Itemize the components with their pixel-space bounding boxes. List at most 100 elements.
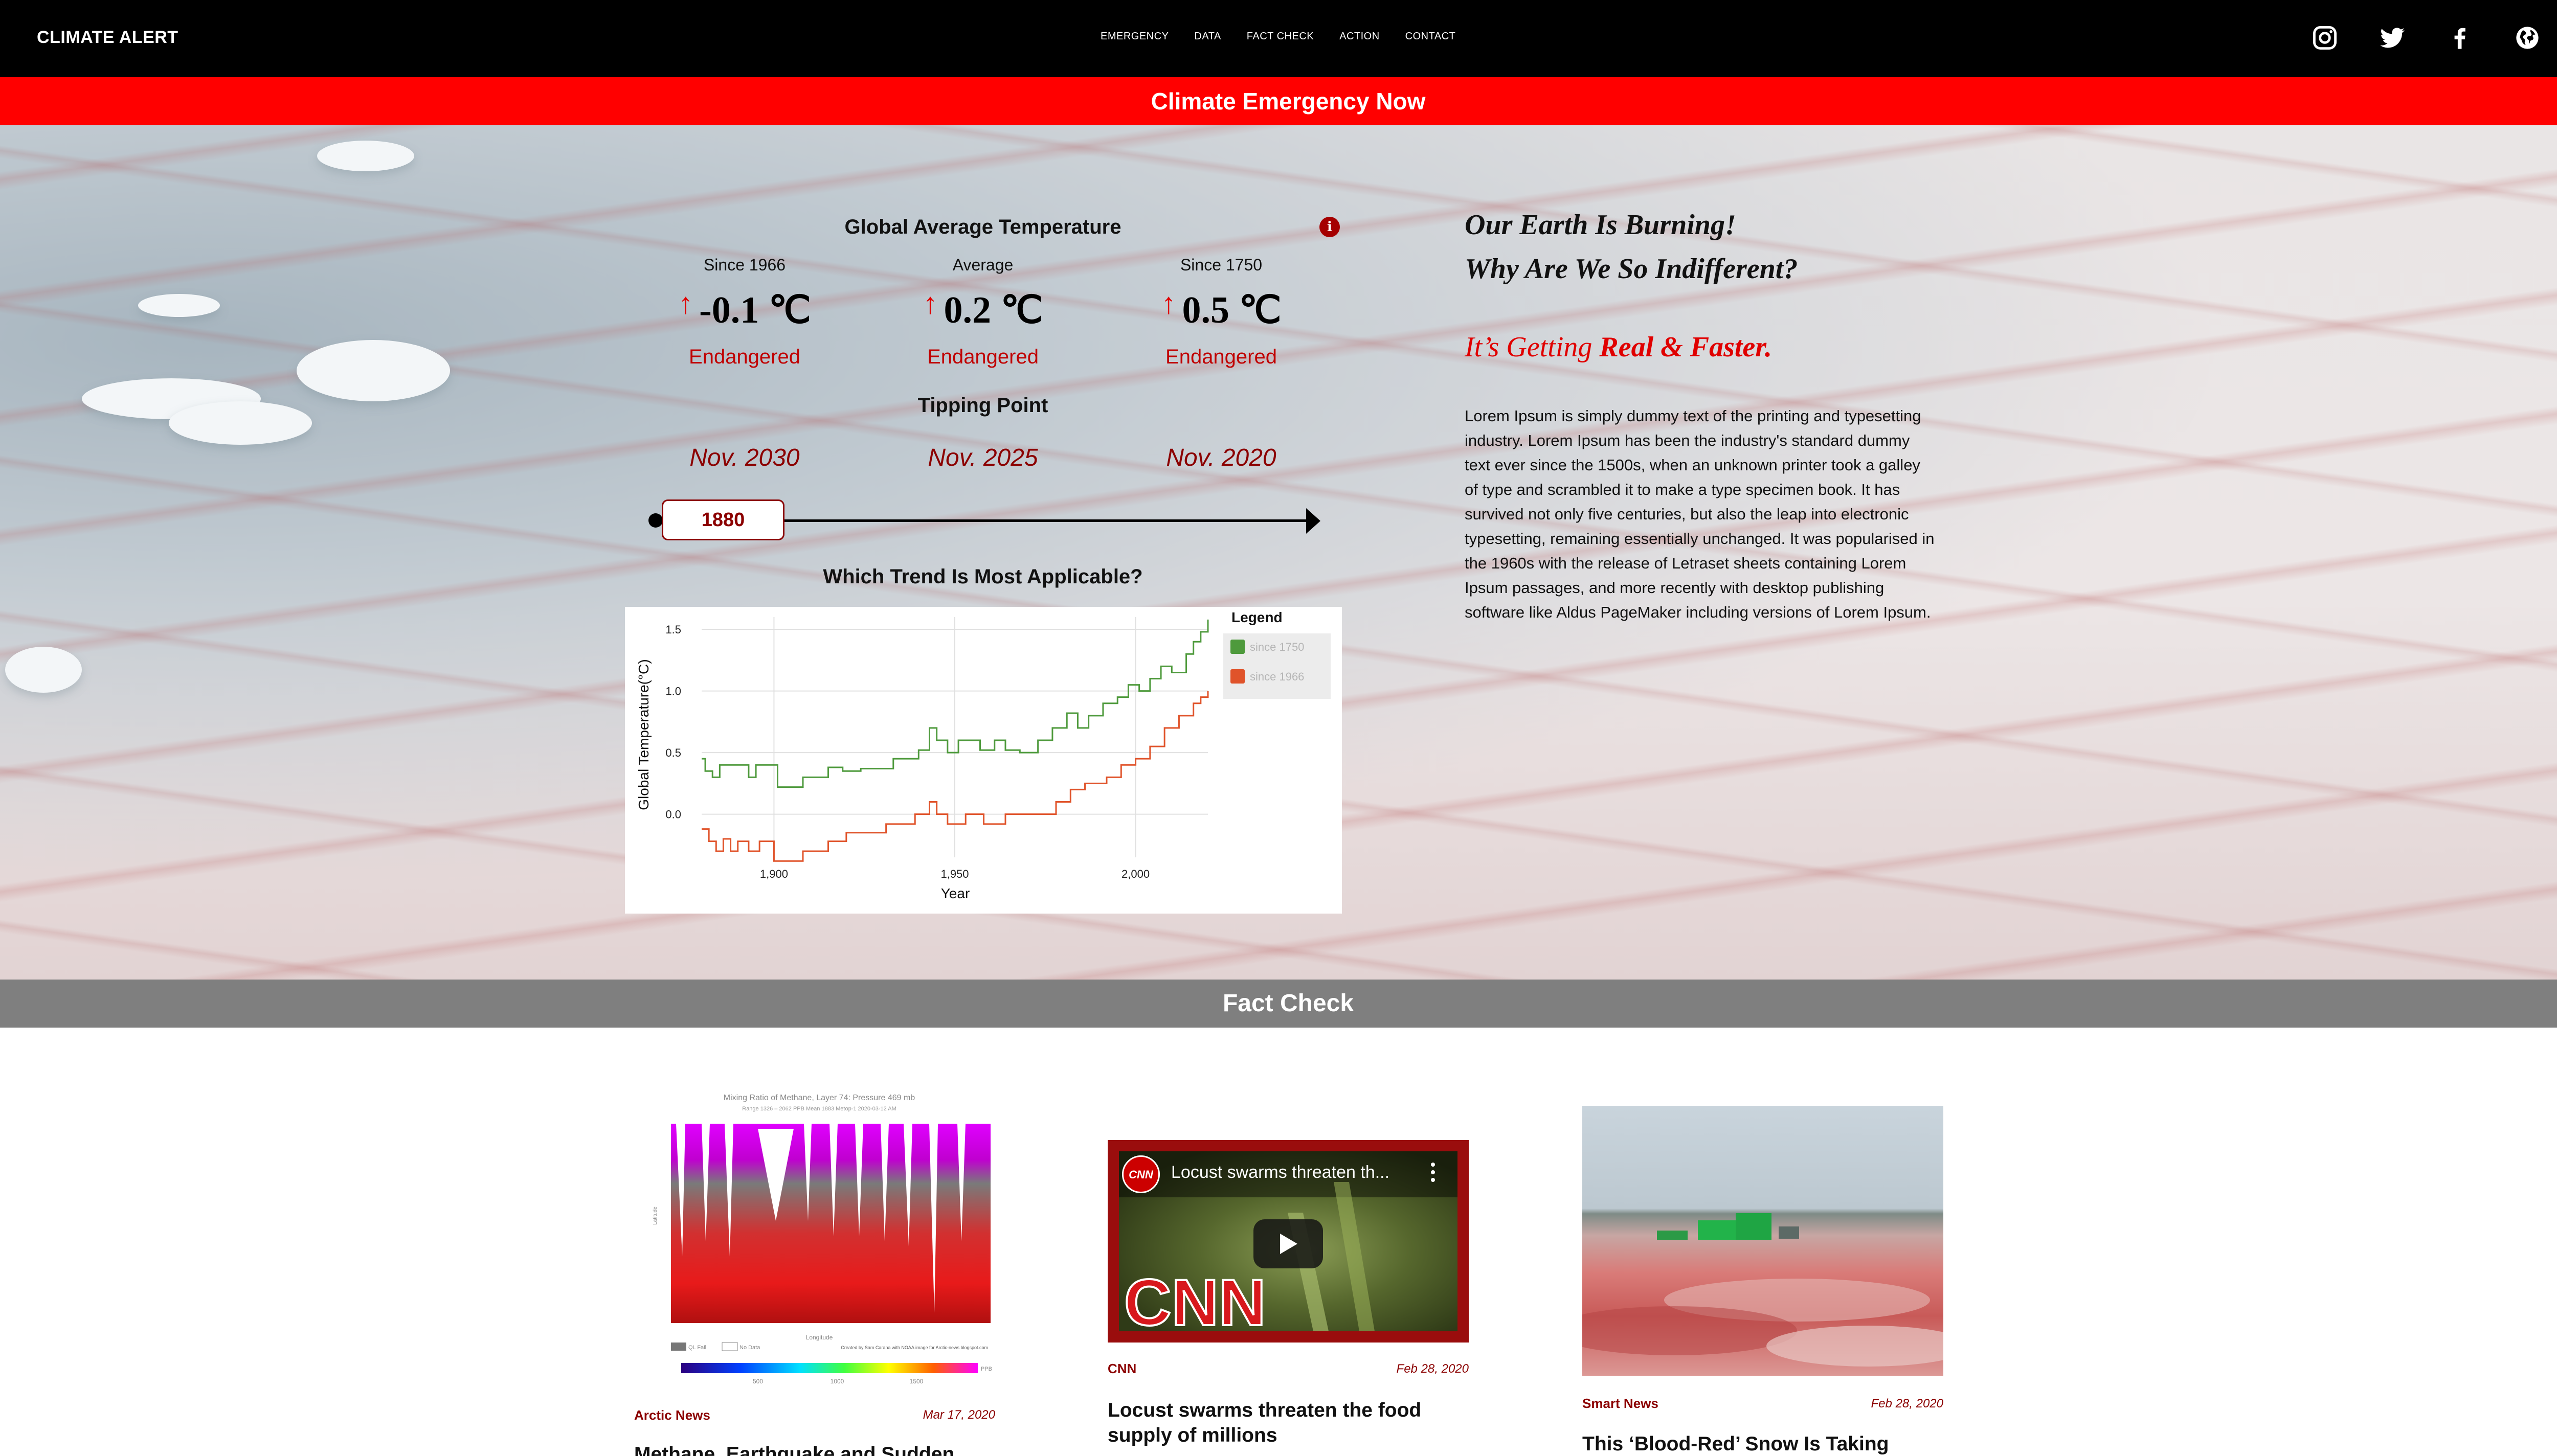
map-caption: Mixing Ratio of Methane, Layer 74: Press… bbox=[724, 1094, 915, 1102]
card-source[interactable]: CNN bbox=[1108, 1361, 1136, 1377]
col-label-average: Average bbox=[952, 256, 1014, 274]
facebook-icon[interactable] bbox=[2447, 25, 2473, 51]
up-arrow-icon: ↑ bbox=[923, 287, 938, 320]
map-scale-tick: 500 bbox=[753, 1378, 763, 1385]
tipping-date-since-1750: Nov. 2020 bbox=[1166, 444, 1276, 471]
card-source[interactable]: Smart News bbox=[1582, 1396, 1658, 1412]
blood-red-snow-image[interactable] bbox=[1582, 1106, 1943, 1376]
instagram-icon[interactable] bbox=[2312, 25, 2338, 51]
subhead: It’s Getting Real & Faster. bbox=[1465, 331, 1772, 363]
headline-indifferent: Why Are We So Indifferent? bbox=[1465, 253, 1798, 285]
y-tick-label: 0.5 bbox=[665, 746, 681, 759]
timeline-start-dot bbox=[648, 513, 663, 528]
subhead-emphasis: Real & Faster. bbox=[1599, 331, 1772, 363]
up-arrow-icon: ↑ bbox=[1161, 287, 1176, 320]
legend-title: Legend bbox=[1231, 609, 1283, 625]
map-scale-unit: PPB bbox=[981, 1366, 992, 1372]
map-legend-swatch-nodata bbox=[722, 1342, 738, 1351]
map-credit: Created by Sam Carana with NOAA image fo… bbox=[841, 1345, 988, 1350]
green-building bbox=[1657, 1231, 1688, 1240]
tipping-point-label: Tipping Point bbox=[917, 394, 1048, 417]
nav-link-data[interactable]: DATA bbox=[1194, 31, 1221, 42]
play-button[interactable] bbox=[1253, 1219, 1323, 1268]
x-axis-label: Year bbox=[941, 885, 970, 901]
card-title[interactable]: Methane, Earthquake and Sudden bbox=[634, 1442, 995, 1456]
social-links bbox=[2312, 25, 2541, 51]
nav-link-fact-check[interactable]: FACT CHECK bbox=[1247, 31, 1314, 42]
nav-link-emergency[interactable]: EMERGENCY bbox=[1101, 31, 1169, 42]
chart-svg: 0.0 0.5 1.0 1.5 1,900 1,950 2,000 Year Global … bbox=[636, 609, 1331, 901]
map-color-scale bbox=[681, 1363, 978, 1373]
dot bbox=[1431, 1178, 1435, 1182]
map-longitude-label: Longitude bbox=[806, 1334, 833, 1341]
channel-badge[interactable]: CNN bbox=[1122, 1155, 1160, 1193]
map-legend-nodata: No Data bbox=[739, 1345, 760, 1351]
y-axis-label: Global Temperature(°C) bbox=[636, 659, 652, 810]
globe-icon[interactable] bbox=[2514, 25, 2541, 51]
fact-check-banner: Fact Check bbox=[0, 980, 2557, 1028]
fact-card-smart-news[interactable]: Smart News Feb 28, 2020 This ‘Blood-Red’… bbox=[1582, 1395, 1943, 1456]
temp-value-average: ↑ 0.2 ℃ bbox=[906, 286, 1060, 332]
navbar: CLIMATE ALERT EMERGENCY DATA FACT CHECK … bbox=[0, 0, 2557, 77]
nav-links: EMERGENCY DATA FACT CHECK ACTION CONTACT bbox=[1101, 31, 1455, 42]
temp-value-since-1750: ↑ 0.5 ℃ bbox=[1145, 286, 1298, 332]
ice-floe bbox=[317, 141, 414, 171]
video-title[interactable]: Locust swarms threaten th... bbox=[1171, 1163, 1389, 1182]
map-subcaption: Range 1326 – 2062 PPB Mean 1883 Metop-1 … bbox=[742, 1106, 896, 1112]
map-legend-swatch-fail bbox=[671, 1343, 686, 1351]
trend-question: Which Trend Is Most Applicable? bbox=[823, 565, 1143, 588]
card-date: Feb 28, 2020 bbox=[1871, 1397, 1943, 1410]
timeline-arrow-icon bbox=[1306, 508, 1320, 534]
dot bbox=[1431, 1170, 1435, 1174]
temp-value-text: 0.5 ℃ bbox=[1182, 289, 1282, 331]
status-since-1750: Endangered bbox=[1165, 346, 1277, 368]
nav-link-contact[interactable]: CONTACT bbox=[1405, 31, 1456, 42]
fact-card-arctic-news[interactable]: Arctic News Mar 17, 2020 Methane, Earthq… bbox=[634, 1405, 995, 1456]
temp-value-text: 0.2 ℃ bbox=[944, 289, 1043, 331]
legend-swatch-since-1966[interactable] bbox=[1230, 669, 1245, 684]
twitter-icon[interactable] bbox=[2379, 25, 2406, 51]
legend-label-since-1750[interactable]: since 1750 bbox=[1250, 641, 1304, 653]
card-source[interactable]: Arctic News bbox=[634, 1407, 710, 1423]
up-arrow-icon: ↑ bbox=[678, 287, 693, 320]
temperature-chart: 0.0 0.5 1.0 1.5 1,900 1,950 2,000 Year Global … bbox=[625, 607, 1342, 914]
ice-floe bbox=[5, 647, 82, 693]
chart-grid bbox=[702, 617, 1208, 857]
status-since-1966: Endangered bbox=[689, 346, 800, 368]
video-player[interactable]: CNN CNN Locust swarms threaten th... bbox=[1108, 1140, 1469, 1343]
ice-floe bbox=[297, 340, 450, 401]
col-label-since-1750: Since 1750 bbox=[1180, 256, 1263, 274]
subhead-prefix: It’s Getting bbox=[1465, 331, 1600, 363]
ice-floe bbox=[138, 294, 220, 317]
x-tick-label: 1,900 bbox=[760, 868, 788, 880]
card-title[interactable]: This ‘Blood-Red’ Snow Is Taking bbox=[1582, 1431, 1943, 1456]
green-building bbox=[1736, 1213, 1771, 1240]
snow-image-svg bbox=[1582, 1213, 1943, 1367]
page: CLIMATE ALERT EMERGENCY DATA FACT CHECK … bbox=[0, 0, 2557, 1456]
video-watermark: CNN bbox=[1124, 1266, 1266, 1331]
fact-card-cnn[interactable]: CNN Feb 28, 2020 Locust swarms threaten … bbox=[1108, 1360, 1469, 1456]
col-label-since-1966: Since 1966 bbox=[703, 256, 786, 274]
more-options-icon[interactable] bbox=[1430, 1162, 1436, 1184]
legend-swatch-since-1750[interactable] bbox=[1230, 640, 1245, 654]
y-tick-label: 0.0 bbox=[665, 808, 681, 821]
headline-burning: Our Earth Is Burning! bbox=[1465, 209, 1736, 241]
temperature-title: Global Average Temperature bbox=[844, 216, 1122, 238]
legend-label-since-1966[interactable]: since 1966 bbox=[1250, 670, 1304, 683]
info-icon[interactable]: i bbox=[1319, 217, 1340, 237]
x-tick-label: 2,000 bbox=[1122, 868, 1150, 880]
status-average: Endangered bbox=[927, 346, 1039, 368]
card-title[interactable]: Locust swarms threaten the food supply o… bbox=[1108, 1398, 1469, 1448]
map-legend-fail: QL Fail bbox=[688, 1345, 706, 1351]
tipping-date-average: Nov. 2025 bbox=[928, 444, 1038, 471]
timeline-year-handle[interactable]: 1880 bbox=[662, 499, 784, 540]
tipping-date-since-1966: Nov. 2030 bbox=[689, 444, 800, 471]
methane-map-image[interactable]: Mixing Ratio of Methane, Layer 74: Press… bbox=[645, 1088, 993, 1387]
dot bbox=[1431, 1163, 1435, 1167]
temp-value-since-1966: ↑ -0.1 ℃ bbox=[668, 286, 821, 332]
channel-badge-text: CNN bbox=[1129, 1168, 1153, 1181]
card-date: Feb 28, 2020 bbox=[1396, 1362, 1469, 1376]
nav-link-action[interactable]: ACTION bbox=[1339, 31, 1380, 42]
brand-logo[interactable]: CLIMATE ALERT bbox=[37, 28, 178, 48]
methane-map-svg: Mixing Ratio of Methane, Layer 74: Press… bbox=[653, 1094, 992, 1385]
